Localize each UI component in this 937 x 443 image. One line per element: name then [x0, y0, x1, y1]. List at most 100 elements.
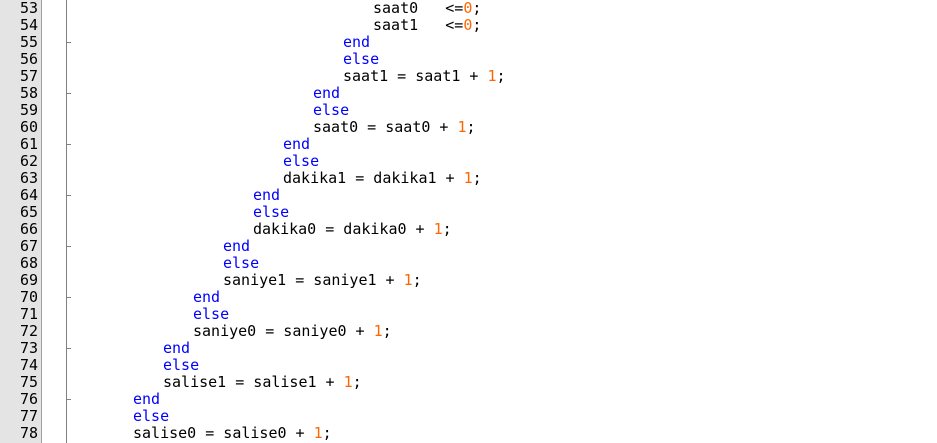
line-number: 75 — [19, 373, 38, 391]
line-number: 64 — [19, 186, 38, 204]
code-text: dakika0 = dakika0 + 1; — [253, 221, 452, 238]
line-number: 59 — [19, 101, 38, 119]
line-number: 58 — [19, 84, 38, 102]
line-number: 55 — [19, 33, 38, 51]
keyword-token: end — [163, 339, 191, 357]
code-text: else — [223, 255, 259, 272]
text-token: ; — [472, 16, 482, 34]
code-line[interactable]: 77 else — [0, 408, 937, 425]
keyword-token: else — [133, 407, 170, 425]
code-text: saat0 = saat0 + 1; — [313, 119, 476, 136]
number-token: 1 — [433, 220, 443, 238]
code-line[interactable]: 69 saniye1 = saniye1 + 1; — [0, 272, 937, 289]
line-number: 62 — [19, 152, 38, 170]
text-token: dakika0 = dakika0 + — [253, 220, 434, 238]
line-number: 61 — [19, 135, 38, 153]
code-text: else — [133, 408, 169, 425]
code-line[interactable]: 67 end — [0, 238, 937, 255]
line-number: 57 — [19, 67, 38, 85]
code-line[interactable]: 75 salise1 = salise1 + 1; — [0, 374, 937, 391]
line-number: 54 — [19, 16, 38, 34]
line-number: 74 — [19, 356, 38, 374]
code-line[interactable]: 78 salise0 = salise0 + 1; — [0, 425, 937, 442]
line-number: 77 — [19, 407, 38, 425]
fold-tick — [66, 297, 71, 298]
text-token: saat1 <= — [373, 16, 464, 34]
code-text: saat0 <=0; — [373, 0, 481, 17]
code-line[interactable]: 71 else — [0, 306, 937, 323]
number-token: 1 — [313, 424, 323, 442]
fold-tick — [66, 144, 71, 145]
line-number: 71 — [19, 305, 38, 323]
code-line[interactable]: 68 else — [0, 255, 937, 272]
code-editor[interactable]: 53 saat0 <=0; 54 saat1 <=0; 55 end 56 else 57 saa… — [0, 0, 937, 443]
line-number: 53 — [19, 0, 38, 17]
number-token: 1 — [403, 271, 413, 289]
fold-tick — [66, 399, 71, 400]
text-token: ; — [466, 118, 476, 136]
code-text: saat1 <=0; — [373, 17, 481, 34]
code-line[interactable]: 63 dakika1 = dakika1 + 1; — [0, 170, 937, 187]
line-number: 56 — [19, 50, 38, 68]
text-token: salise1 = salise1 + — [163, 373, 344, 391]
line-number: 73 — [19, 339, 38, 357]
code-line[interactable]: 58 end — [0, 85, 937, 102]
keyword-token: else — [163, 356, 200, 374]
code-line[interactable]: 57 saat1 = saat1 + 1; — [0, 68, 937, 85]
line-number: 67 — [19, 237, 38, 255]
code-text: else — [313, 102, 349, 119]
line-number: 66 — [19, 220, 38, 238]
keyword-token: end — [343, 33, 371, 51]
line-number: 70 — [19, 288, 38, 306]
code-line[interactable]: 56 else — [0, 51, 937, 68]
line-number: 72 — [19, 322, 38, 340]
line-number: 63 — [19, 169, 38, 187]
code-line[interactable]: 65 else — [0, 204, 937, 221]
keyword-token: end — [283, 135, 311, 153]
code-text: dakika1 = dakika1 + 1; — [283, 170, 482, 187]
code-line[interactable]: 72 saniye0 = saniye0 + 1; — [0, 323, 937, 340]
line-number: 69 — [19, 271, 38, 289]
code-line[interactable]: 62 else — [0, 153, 937, 170]
keyword-token: end — [313, 84, 341, 102]
line-number: 60 — [19, 118, 38, 136]
code-text: end — [193, 289, 220, 306]
text-token: dakika1 = dakika1 + — [283, 169, 464, 187]
code-line[interactable]: 60 saat0 = saat0 + 1; — [0, 119, 937, 136]
fold-tick — [66, 195, 71, 196]
code-text: saniye0 = saniye0 + 1; — [193, 323, 392, 340]
text-token: ; — [496, 67, 506, 85]
code-text: end — [133, 391, 160, 408]
text-token: saat0 = saat0 + — [313, 118, 458, 136]
code-line[interactable]: 55 end — [0, 34, 937, 51]
text-token: ; — [352, 373, 362, 391]
fold-tick — [66, 93, 71, 94]
text-token: ; — [472, 0, 482, 17]
code-line[interactable]: 64 end — [0, 187, 937, 204]
code-text: else — [343, 51, 379, 68]
code-line[interactable]: 74 else — [0, 357, 937, 374]
code-line[interactable]: 54 saat1 <=0; — [0, 17, 937, 34]
number-token: 1 — [373, 322, 383, 340]
code-line[interactable]: 76 end — [0, 391, 937, 408]
code-text: else — [193, 306, 229, 323]
code-line[interactable]: 66 dakika0 = dakika0 + 1; — [0, 221, 937, 238]
code-text: salise0 = salise0 + 1; — [133, 425, 332, 442]
code-line[interactable]: 73 end — [0, 340, 937, 357]
text-token: ; — [472, 169, 482, 187]
code-text: else — [253, 204, 289, 221]
code-text: end — [253, 187, 280, 204]
code-text: saniye1 = saniye1 + 1; — [223, 272, 422, 289]
keyword-token: else — [223, 254, 260, 272]
code-line[interactable]: 53 saat0 <=0; — [0, 0, 937, 17]
code-line[interactable]: 70 end — [0, 289, 937, 306]
keyword-token: else — [253, 203, 290, 221]
line-number: 68 — [19, 254, 38, 272]
keyword-token: end — [133, 390, 161, 408]
text-token: saniye1 = saniye1 + — [223, 271, 404, 289]
code-line[interactable]: 61 end — [0, 136, 937, 153]
line-number: 65 — [19, 203, 38, 221]
code-line[interactable]: 59 else — [0, 102, 937, 119]
fold-tick — [66, 348, 71, 349]
code-text: salise1 = salise1 + 1; — [163, 374, 362, 391]
